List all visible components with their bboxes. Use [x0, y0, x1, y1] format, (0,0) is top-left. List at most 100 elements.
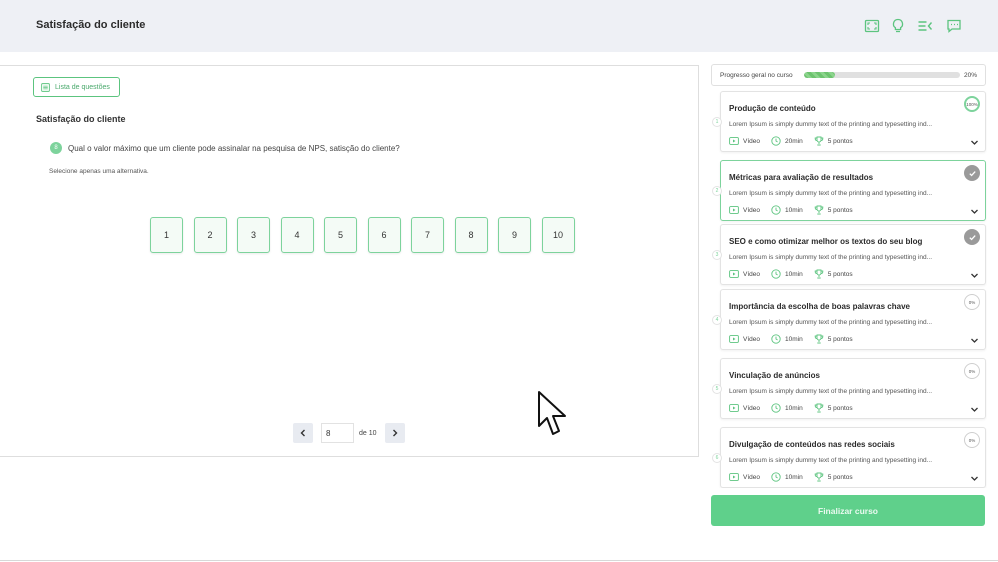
module-status: 0%	[964, 294, 980, 310]
clock-icon	[771, 205, 781, 215]
question-pager: 8 de 10	[293, 423, 405, 443]
module-title: Métricas para avaliação de resultados	[729, 173, 874, 182]
question-list-label: Lista de questões	[55, 83, 110, 91]
answer-option[interactable]: 2	[193, 217, 227, 253]
module-card[interactable]: 5 Vinculação de anúncios Lorem Ipsum is …	[712, 358, 986, 419]
question-text: Qual o valor máximo que um cliente pode …	[68, 143, 400, 153]
module-points: 5 pontos	[827, 270, 853, 278]
module-type: Vídeo	[743, 335, 760, 343]
module-title: Produção de conteúdo	[729, 104, 816, 113]
module-status-complete	[964, 229, 980, 245]
module-type: Vídeo	[743, 137, 760, 145]
chevron-down-icon[interactable]	[970, 207, 979, 216]
module-duration: 10min	[785, 206, 803, 214]
module-card[interactable]: 2 Métricas para avaliação de resultados …	[712, 160, 986, 221]
module-meta: Vídeo 10min 5 pontos	[729, 205, 864, 215]
module-title: SEO e como otimizar melhor os textos do …	[729, 237, 923, 246]
module-title: Divulgação de conteúdos nas redes sociai…	[729, 440, 895, 449]
clock-icon	[771, 269, 781, 279]
answer-options: 1 2 3 4 5 6 7 8 9 10	[150, 217, 585, 253]
module-type: Vídeo	[743, 270, 760, 278]
module-points: 5 pontos	[827, 206, 853, 214]
list-collapse-icon[interactable]	[917, 18, 933, 34]
chevron-right-icon	[392, 429, 398, 437]
clock-icon	[771, 403, 781, 413]
module-type: Vídeo	[743, 206, 760, 214]
page-number-input[interactable]: 8	[321, 423, 354, 443]
section-title: Satisfação do cliente	[36, 114, 126, 124]
trophy-icon	[814, 334, 823, 344]
answer-option[interactable]: 8	[454, 217, 488, 253]
module-title: Vinculação de anúncios	[729, 371, 820, 380]
previous-question-button[interactable]	[293, 423, 313, 443]
answer-option[interactable]: 9	[498, 217, 531, 253]
answer-option[interactable]: 7	[411, 217, 444, 253]
module-meta: Vídeo 10min 5 pontos	[729, 403, 864, 413]
module-title: Importância da escolha de boas palavras …	[729, 302, 910, 311]
clock-icon	[771, 472, 781, 482]
chevron-down-icon[interactable]	[970, 336, 979, 345]
chevron-left-icon	[300, 429, 305, 437]
next-question-button[interactable]	[384, 423, 405, 443]
trophy-icon	[814, 205, 823, 215]
page-title: Satisfação do cliente	[36, 19, 146, 31]
answer-option[interactable]: 3	[237, 217, 270, 253]
module-duration: 20min	[785, 137, 803, 145]
answer-option[interactable]: 5	[324, 217, 357, 253]
chevron-down-icon[interactable]	[970, 474, 979, 483]
page-total: de 10	[359, 429, 377, 437]
chat-icon[interactable]	[946, 18, 962, 34]
module-duration: 10min	[785, 270, 803, 278]
module-number: 3	[712, 250, 722, 260]
check-icon	[968, 234, 976, 240]
module-list: 1 Produção de conteúdo Lorem Ipsum is si…	[711, 88, 987, 488]
chevron-down-icon[interactable]	[970, 271, 979, 280]
course-progress: Progresso geral no curso 20%	[711, 64, 986, 86]
course-progress-fill	[804, 72, 836, 78]
module-number: 5	[712, 384, 722, 394]
mouse-cursor-icon	[538, 391, 566, 435]
video-icon	[729, 335, 739, 343]
question-number-badge: 8	[50, 142, 62, 154]
check-icon	[968, 170, 976, 176]
answer-option[interactable]: 6	[367, 217, 401, 253]
module-duration: 10min	[785, 473, 803, 481]
module-card[interactable]: 6 Divulgação de conteúdos nas redes soci…	[712, 427, 986, 488]
module-meta: Vídeo 10min 5 pontos	[729, 334, 864, 344]
module-number: 1	[712, 117, 722, 127]
answer-option[interactable]: 10	[541, 217, 575, 253]
question-row: 8 Qual o valor máximo que um cliente pod…	[50, 142, 400, 154]
top-bar: Satisfação do cliente	[0, 0, 998, 52]
module-duration: 10min	[785, 335, 803, 343]
module-points: 5 pontos	[827, 404, 853, 412]
module-status: 0%	[964, 432, 980, 448]
finish-course-button[interactable]: Finalizar curso	[711, 495, 985, 526]
answer-option[interactable]: 4	[280, 217, 314, 253]
course-progress-percent: 20%	[964, 72, 978, 79]
question-hint: Selecione apenas uma alternativa.	[49, 168, 149, 175]
module-description: Lorem Ipsum is simply dummy text of the …	[729, 319, 933, 326]
chevron-down-icon[interactable]	[970, 138, 979, 147]
video-icon	[729, 270, 739, 278]
module-meta: Vídeo 10min 5 pontos	[729, 269, 864, 279]
module-card[interactable]: 3 SEO e como otimizar melhor os textos d…	[712, 224, 986, 285]
expand-icon[interactable]	[864, 18, 880, 34]
chevron-down-icon[interactable]	[970, 405, 979, 414]
video-icon	[729, 137, 739, 145]
module-status: 0%	[964, 363, 980, 379]
module-points: 5 pontos	[827, 473, 853, 481]
module-card[interactable]: 4 Importância da escolha de boas palavra…	[712, 289, 986, 350]
trophy-icon	[814, 136, 823, 146]
question-list-button[interactable]: Lista de questões	[33, 77, 120, 97]
module-description: Lorem Ipsum is simply dummy text of the …	[729, 388, 933, 395]
module-meta: Vídeo 20min 5 pontos	[729, 136, 864, 146]
module-number: 6	[712, 453, 722, 463]
module-duration: 10min	[785, 404, 803, 412]
module-description: Lorem Ipsum is simply dummy text of the …	[729, 190, 933, 197]
module-card[interactable]: 1 Produção de conteúdo Lorem Ipsum is si…	[712, 91, 986, 152]
module-points: 5 pontos	[827, 335, 853, 343]
answer-option[interactable]: 1	[150, 217, 183, 253]
module-type: Vídeo	[743, 473, 760, 481]
trophy-icon	[814, 269, 823, 279]
lightbulb-icon[interactable]	[890, 18, 906, 34]
